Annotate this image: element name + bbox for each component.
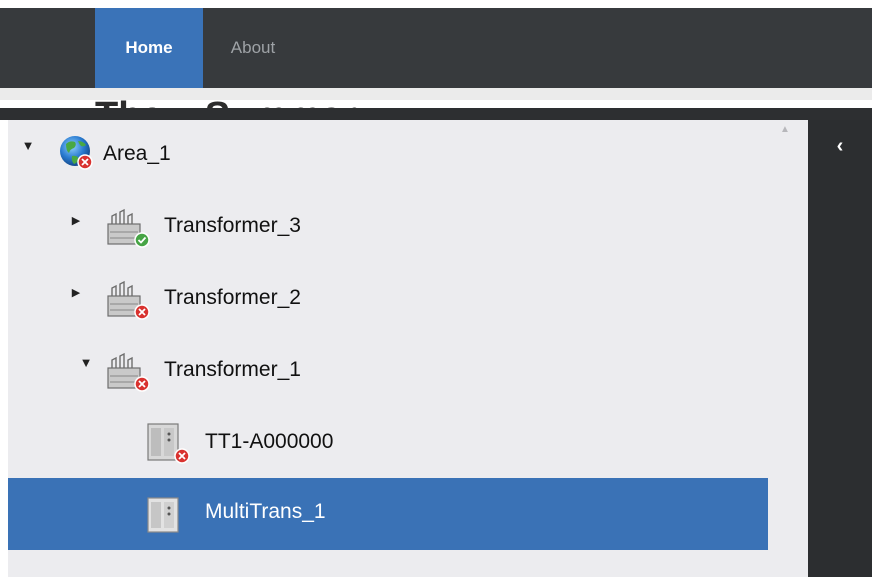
expand-toggle[interactable]: ▶ (68, 184, 84, 256)
tree-item-area-1[interactable]: ▼ Area_1 (8, 120, 768, 192)
expand-toggle[interactable]: ▶ (68, 256, 84, 328)
tree-item-transformer-1[interactable]: ▼ Transformer_1 (8, 336, 768, 408)
top-navbar: Home About (0, 8, 872, 88)
tree-item-tt1-a000000[interactable]: TT1-A000000 (8, 408, 768, 480)
substation-icon (106, 350, 152, 399)
side-panel-strip: ‹ (808, 120, 872, 577)
nav-home-tab[interactable]: Home (95, 8, 203, 88)
tree-item-label: TT1-A000000 (205, 430, 334, 453)
expand-toggle[interactable]: ▼ (78, 326, 94, 398)
tree-item-label: Transformer_2 (164, 286, 301, 309)
device-icon (146, 494, 186, 541)
asset-tree-panel: ▲ ▼ Area_1 ▶ Transformer_3 ▶ Transformer… (8, 120, 808, 577)
page-title: The... Summary (95, 88, 395, 108)
tree-item-label: Transformer_3 (164, 214, 301, 237)
tree-item-label: Transformer_1 (164, 358, 301, 381)
substation-icon (106, 206, 152, 255)
device-icon (146, 420, 192, 471)
tree-item-label: Area_1 (103, 142, 171, 165)
globe-icon (58, 132, 94, 177)
tree-item-label: MultiTrans_1 (205, 500, 326, 523)
collapse-chevron-icon[interactable]: ‹ (828, 134, 852, 158)
tree-item-multitrans-1[interactable]: MultiTrans_1 (8, 478, 768, 550)
substation-icon (106, 278, 152, 327)
divider-bar (0, 108, 872, 120)
expand-toggle[interactable]: ▼ (20, 120, 36, 181)
tree-item-transformer-2[interactable]: ▶ Transformer_2 (8, 264, 768, 336)
scroll-up-button[interactable]: ▲ (776, 122, 794, 138)
tree-item-transformer-3[interactable]: ▶ Transformer_3 (8, 192, 768, 264)
nav-about-tab[interactable]: About (203, 8, 303, 88)
